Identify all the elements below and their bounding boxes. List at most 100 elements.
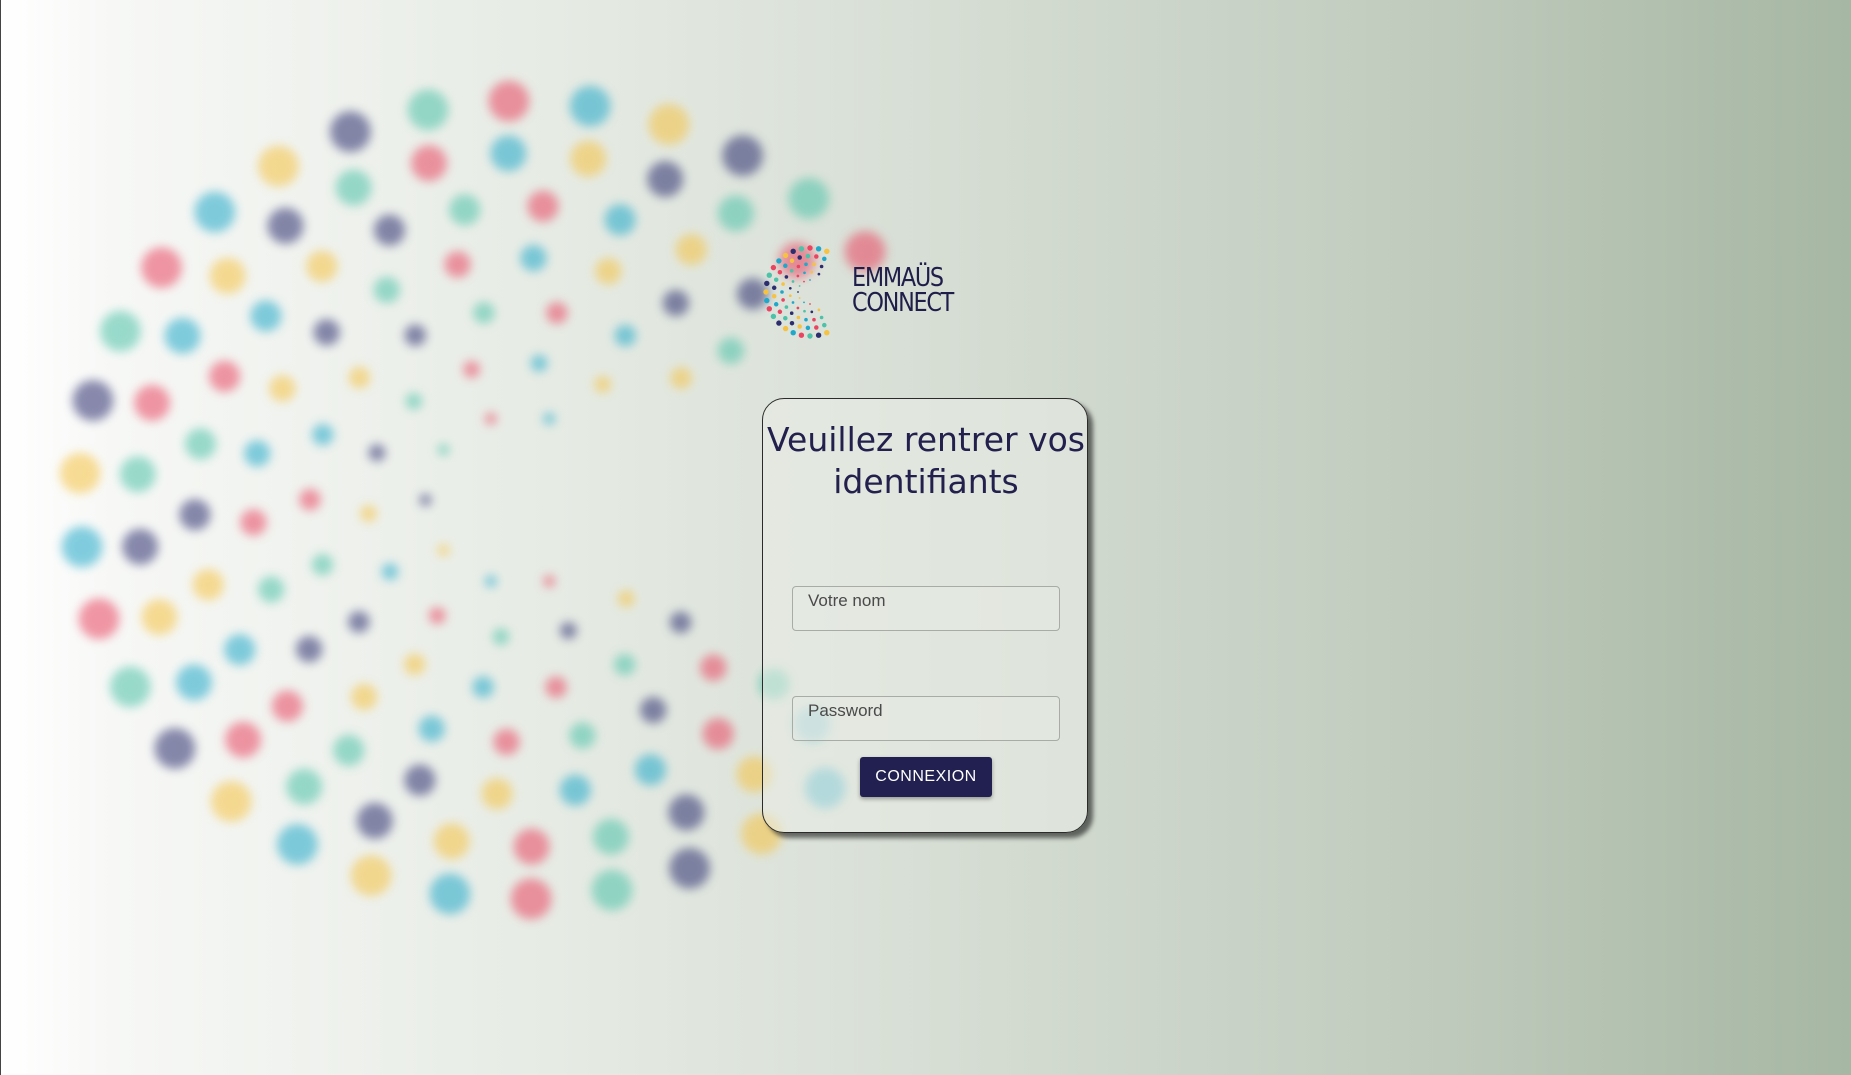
background-dot xyxy=(109,666,151,708)
background-dot xyxy=(594,376,612,393)
background-dot xyxy=(404,324,427,347)
background-dot xyxy=(141,247,182,288)
background-dot xyxy=(647,161,684,198)
logo-dot xyxy=(804,317,808,322)
background-dot xyxy=(176,664,212,701)
logo-dot xyxy=(807,245,813,251)
logo-dot xyxy=(783,315,788,321)
logo-dot xyxy=(809,279,811,281)
background-dot xyxy=(437,544,450,557)
logo-dot xyxy=(796,274,800,278)
background-dot xyxy=(244,440,271,467)
background-dot xyxy=(59,452,101,494)
background-dot xyxy=(722,135,763,177)
background-dot xyxy=(350,855,392,896)
background-dot xyxy=(717,195,754,232)
background-dot xyxy=(670,367,692,389)
logo-dot xyxy=(804,262,808,267)
logo-dot xyxy=(791,301,795,304)
logo-dot xyxy=(812,262,816,267)
logo-dot xyxy=(777,269,783,275)
background-dot xyxy=(593,818,629,855)
background-dot xyxy=(634,754,667,786)
logo-dot xyxy=(796,315,801,320)
background-dot xyxy=(61,526,103,568)
logo-dot xyxy=(791,280,795,283)
logo-dot xyxy=(773,277,779,282)
logo-dot xyxy=(764,280,770,287)
background-dot xyxy=(669,611,692,634)
logo-dot xyxy=(798,297,801,299)
background-dot xyxy=(484,575,497,588)
background-dot xyxy=(407,89,449,131)
logo-dot xyxy=(803,280,805,283)
logo-dot xyxy=(780,290,784,294)
logo-dot xyxy=(784,275,789,279)
background-dot xyxy=(595,258,622,285)
background-dot xyxy=(463,361,480,378)
logo-dots-icon xyxy=(763,245,830,339)
background-dot xyxy=(299,488,321,511)
background-dot xyxy=(433,823,470,860)
background-dot xyxy=(675,234,707,266)
background-dot xyxy=(210,781,252,822)
logo-dot xyxy=(817,272,821,276)
login-card: Veuillez rentrer vos identifiants CONNEX… xyxy=(762,398,1088,833)
password-input[interactable] xyxy=(792,696,1060,741)
logo-dot xyxy=(789,320,795,326)
logo-dot xyxy=(776,258,782,264)
background-dot xyxy=(348,611,370,633)
background-dot xyxy=(569,85,611,127)
background-dot xyxy=(295,636,323,663)
background-dot xyxy=(488,80,530,122)
background-dot xyxy=(613,653,636,676)
background-dot xyxy=(267,207,304,244)
background-dot xyxy=(404,764,436,796)
background-dot xyxy=(405,392,423,410)
background-dot xyxy=(418,715,445,742)
background-dot xyxy=(444,251,471,278)
logo-dot xyxy=(819,264,824,269)
logo-dot xyxy=(796,264,801,269)
background-dot xyxy=(179,499,211,531)
logo-wordmark: EMMAÜS CONNECT xyxy=(852,265,954,316)
background-dot xyxy=(492,628,510,646)
background-dot xyxy=(258,576,285,603)
logo-dot xyxy=(815,246,822,252)
background-dot xyxy=(717,337,745,364)
background-dot xyxy=(543,412,556,425)
background-dot xyxy=(348,366,371,389)
connexion-button[interactable]: CONNEXION xyxy=(860,757,992,797)
background-dot xyxy=(356,802,393,839)
logo-dot xyxy=(790,248,796,254)
logo-dot xyxy=(810,270,814,274)
background-dot xyxy=(429,873,471,915)
logo-dot xyxy=(771,285,777,291)
background-dot xyxy=(545,676,567,698)
logo-dot xyxy=(796,306,800,310)
emmaus-connect-logo: EMMAÜS CONNECT xyxy=(760,242,960,342)
background-dot xyxy=(484,412,497,425)
logo-dot xyxy=(788,294,792,298)
background-dot xyxy=(313,319,340,346)
background-dot xyxy=(154,728,196,769)
background-dot xyxy=(411,145,447,182)
background-dot xyxy=(250,300,282,332)
background-dot xyxy=(617,590,635,608)
logo-dot xyxy=(766,306,772,312)
logo-dot xyxy=(783,263,788,269)
background-dot xyxy=(373,214,406,246)
username-input[interactable] xyxy=(792,586,1060,631)
background-dot xyxy=(335,169,372,206)
background-dot xyxy=(510,878,552,920)
logo-dot xyxy=(771,293,777,299)
logo-dot xyxy=(788,286,792,290)
logo-dot xyxy=(789,311,794,315)
logo-dot xyxy=(797,255,802,260)
logo-dot xyxy=(784,305,789,309)
background-dot xyxy=(312,423,334,446)
logo-dot xyxy=(782,325,789,332)
background-dot xyxy=(481,778,513,810)
background-dot xyxy=(702,718,734,750)
logo-dot xyxy=(776,320,782,326)
